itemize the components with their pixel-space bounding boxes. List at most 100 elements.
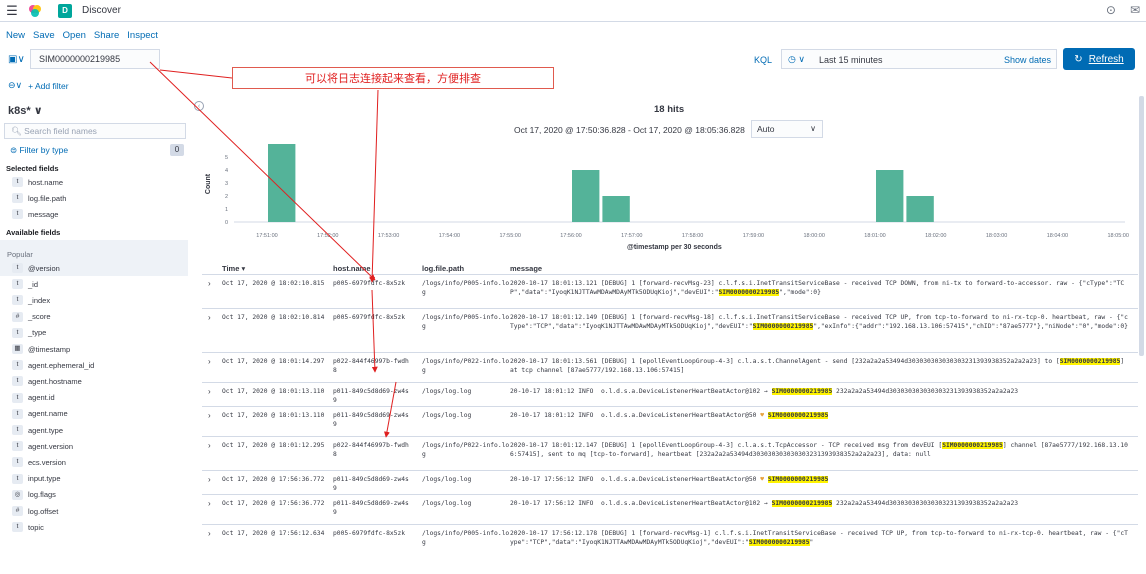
expand-row-icon[interactable]: › — [208, 357, 211, 366]
field-type-icon: t — [12, 360, 23, 371]
menu-inspect[interactable]: Inspect — [127, 30, 158, 41]
field-type-icon: t — [12, 425, 23, 435]
menu-open[interactable]: Open — [63, 30, 86, 41]
chevron-down-icon: ∨ — [33, 105, 43, 117]
field-type-icon: t — [12, 473, 23, 484]
cell-host: p005-6979fdfc-8x5zk — [333, 530, 406, 537]
space-avatar[interactable]: D — [58, 3, 72, 18]
expand-row-icon[interactable]: › — [208, 411, 211, 420]
x-tick-label: 18:00:00 — [803, 233, 824, 239]
field-item[interactable]: t log.file.path — [0, 190, 188, 206]
mail-icon[interactable]: ✉ — [1130, 3, 1140, 17]
expand-row-icon[interactable]: › — [208, 441, 211, 450]
field-name: log.offset — [28, 506, 59, 516]
field-item[interactable]: t @version — [0, 260, 188, 276]
filter-by-type-button[interactable]: ⊜ Filter by type — [10, 145, 68, 156]
collapse-sidebar-icon[interactable]: ‹ — [194, 101, 204, 111]
table-row[interactable]: › Oct 17, 2020 @ 17:56:36.772 p011-849c5d8… — [202, 494, 1138, 524]
field-item[interactable]: t topic — [0, 519, 188, 535]
column-header-time[interactable]: Time ▾ — [222, 264, 245, 273]
x-tick-label: 18:02:00 — [925, 233, 946, 239]
heart-icon: ♥ — [760, 412, 765, 419]
table-row[interactable]: › Oct 17, 2020 @ 17:56:36.772 p011-849c5d8… — [202, 470, 1138, 494]
table-row[interactable]: › Oct 17, 2020 @ 18:01:13.110 p011-849c5d8… — [202, 406, 1138, 436]
field-item[interactable]: ◎ log.flags — [0, 487, 188, 503]
search-input[interactable]: SIM0000000219985 — [30, 49, 160, 69]
field-name: agent.version — [28, 441, 74, 451]
field-type-icon: t — [12, 376, 23, 387]
field-item[interactable]: t agent.ephemeral_id — [0, 357, 188, 373]
refresh-button[interactable]: ↻ Refresh — [1063, 48, 1135, 70]
field-item[interactable]: t _id — [0, 276, 188, 292]
field-name: agent.name — [28, 409, 68, 419]
table-row[interactable]: › Oct 17, 2020 @ 18:02:10.814 p005-6979fdf… — [202, 308, 1138, 352]
field-name: agent.hostname — [28, 376, 82, 386]
cell-time: Oct 17, 2020 @ 18:02:10.814 — [222, 314, 325, 321]
field-item[interactable]: # log.offset — [0, 503, 188, 519]
kql-toggle[interactable]: KQL — [754, 55, 772, 65]
expand-row-icon[interactable]: › — [208, 313, 211, 322]
cell-path: /logs/info/P005-info.log — [422, 314, 510, 330]
filter-options-icon[interactable]: ⊖∨ — [8, 80, 22, 91]
histogram-bar — [876, 170, 904, 222]
breadcrumb: Discover — [82, 5, 121, 16]
field-item[interactable]: t message — [0, 206, 188, 222]
top-nav-bar: ☰ D Discover ⊙ ✉ — [0, 0, 1146, 22]
field-item[interactable]: t host.name — [0, 174, 188, 190]
cell-time: Oct 17, 2020 @ 18:01:13.110 — [222, 388, 325, 395]
expand-row-icon[interactable]: › — [208, 387, 211, 396]
histogram-chart: Count 0 1 2 3 4 5 17:51:00 17:52:00 17:53:00 17:54… — [205, 144, 1129, 239]
expand-row-icon[interactable]: › — [208, 475, 211, 484]
column-header-message[interactable]: message — [510, 264, 542, 273]
field-item[interactable]: t input.type — [0, 471, 188, 487]
expand-row-icon[interactable]: › — [208, 529, 211, 538]
table-row[interactable]: › Oct 17, 2020 @ 18:02:10.815 p005-6979fdf… — [202, 274, 1138, 308]
show-dates-link[interactable]: Show dates — [1004, 55, 1051, 65]
field-name: _index — [28, 295, 51, 305]
menu-share[interactable]: Share — [94, 30, 119, 41]
field-name: _id — [28, 279, 39, 289]
menu-save[interactable]: Save — [33, 30, 55, 41]
table-row[interactable]: › Oct 17, 2020 @ 18:01:12.295 p022-844f469… — [202, 436, 1138, 470]
column-header-time-label: Time — [222, 264, 240, 273]
cell-host: p011-849c5d8d69-zw4s9 — [333, 500, 409, 516]
help-icon[interactable]: ⊙ — [1106, 3, 1116, 17]
time-range-label[interactable]: Last 15 minutes — [819, 55, 883, 65]
field-item[interactable]: t _index — [0, 292, 188, 308]
menu-icon[interactable]: ☰ — [0, 0, 24, 22]
cell-path: /logs/info/P005-info.log — [422, 280, 510, 296]
table-row[interactable]: › Oct 17, 2020 @ 18:01:14.297 p022-844f469… — [202, 352, 1138, 382]
table-row[interactable]: › Oct 17, 2020 @ 18:01:13.110 p011-849c5d8… — [202, 382, 1138, 406]
y-tick-label: 2 — [225, 194, 228, 200]
interval-select[interactable]: Auto ∨ — [751, 120, 823, 138]
x-tick-label: 17:51:00 — [256, 233, 277, 239]
field-search-input[interactable]: 🔍︎ Search field names — [4, 123, 186, 139]
menu-new[interactable]: New — [6, 30, 25, 41]
expand-row-icon[interactable]: › — [208, 499, 211, 508]
expand-row-icon[interactable]: › — [208, 279, 211, 288]
field-item[interactable]: t ecs.version — [0, 454, 188, 470]
time-picker[interactable]: ◷ ∨ Last 15 minutes Show dates — [781, 49, 1057, 69]
field-item[interactable]: t agent.name — [0, 406, 188, 422]
table-row[interactable]: › Oct 17, 2020 @ 17:56:12.634 p005-6979fdf… — [202, 524, 1138, 546]
field-item[interactable]: t _type — [0, 325, 188, 341]
field-item[interactable]: # _score — [0, 309, 188, 325]
field-item[interactable]: t agent.type — [0, 422, 188, 438]
scrollbar[interactable] — [1139, 96, 1144, 356]
field-item[interactable]: t agent.hostname — [0, 373, 188, 389]
calendar-icon[interactable]: ◷ ∨ — [788, 54, 805, 65]
kibana-logo-icon[interactable] — [24, 0, 46, 22]
field-item[interactable]: ▦ @timestamp — [0, 341, 188, 357]
field-item[interactable]: t agent.id — [0, 390, 188, 406]
hits-number: 18 — [654, 104, 665, 115]
cell-time: Oct 17, 2020 @ 18:01:13.110 — [222, 412, 325, 419]
column-header-host[interactable]: host.name — [333, 264, 371, 273]
column-header-path[interactable]: log.file.path — [422, 264, 464, 273]
saved-query-icon[interactable]: ▣∨ — [8, 54, 25, 65]
field-name: ecs.version — [28, 457, 66, 467]
cell-host: p005-6979fdfc-8x5zk — [333, 280, 406, 287]
field-item[interactable]: t agent.version — [0, 438, 188, 454]
add-filter-link[interactable]: + Add filter — [28, 81, 68, 91]
field-sidebar: k8s* ∨ 🔍︎ Search field names ⊜ Filter by… — [0, 96, 192, 574]
index-pattern-selector[interactable]: k8s* ∨ — [8, 104, 43, 117]
